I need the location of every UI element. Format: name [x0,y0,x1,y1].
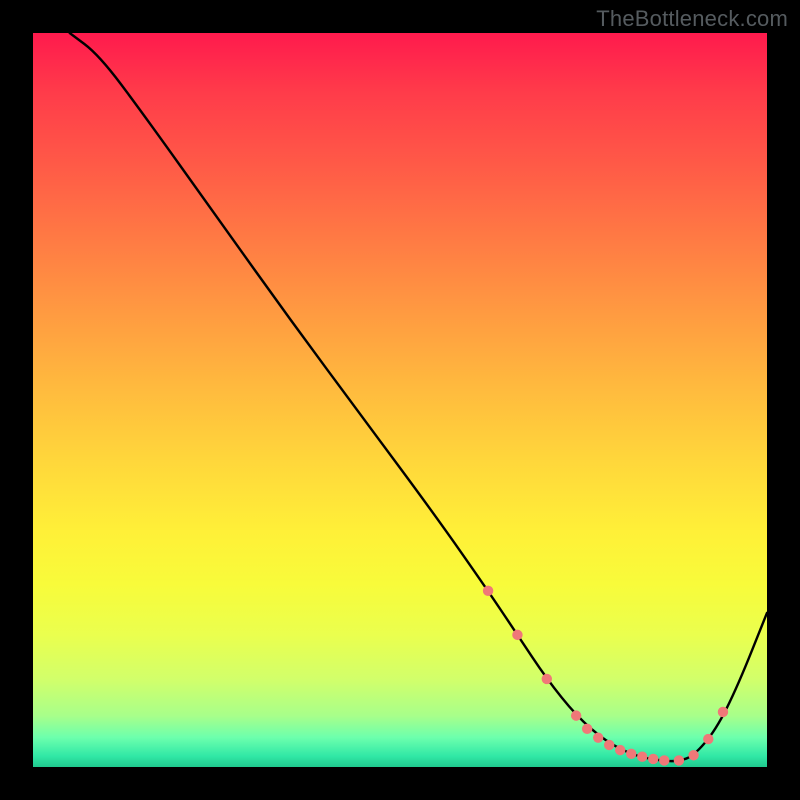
watermark-text: TheBottleneck.com [596,6,788,32]
data-marker [542,674,552,684]
data-marker [483,586,493,596]
data-marker [688,750,698,760]
data-marker [582,724,592,734]
chart-svg [33,33,767,767]
data-marker [648,754,658,764]
data-marker [615,745,625,755]
chart-frame: TheBottleneck.com [0,0,800,800]
data-marker [674,755,684,765]
data-marker [703,734,713,744]
data-marker [626,749,636,759]
bottleneck-curve [70,33,767,761]
data-marker [659,755,669,765]
data-marker [718,707,728,717]
data-marker [604,740,614,750]
data-marker [593,732,603,742]
data-marker [512,630,522,640]
data-marker [571,710,581,720]
plot-area [33,33,767,767]
data-marker [637,752,647,762]
